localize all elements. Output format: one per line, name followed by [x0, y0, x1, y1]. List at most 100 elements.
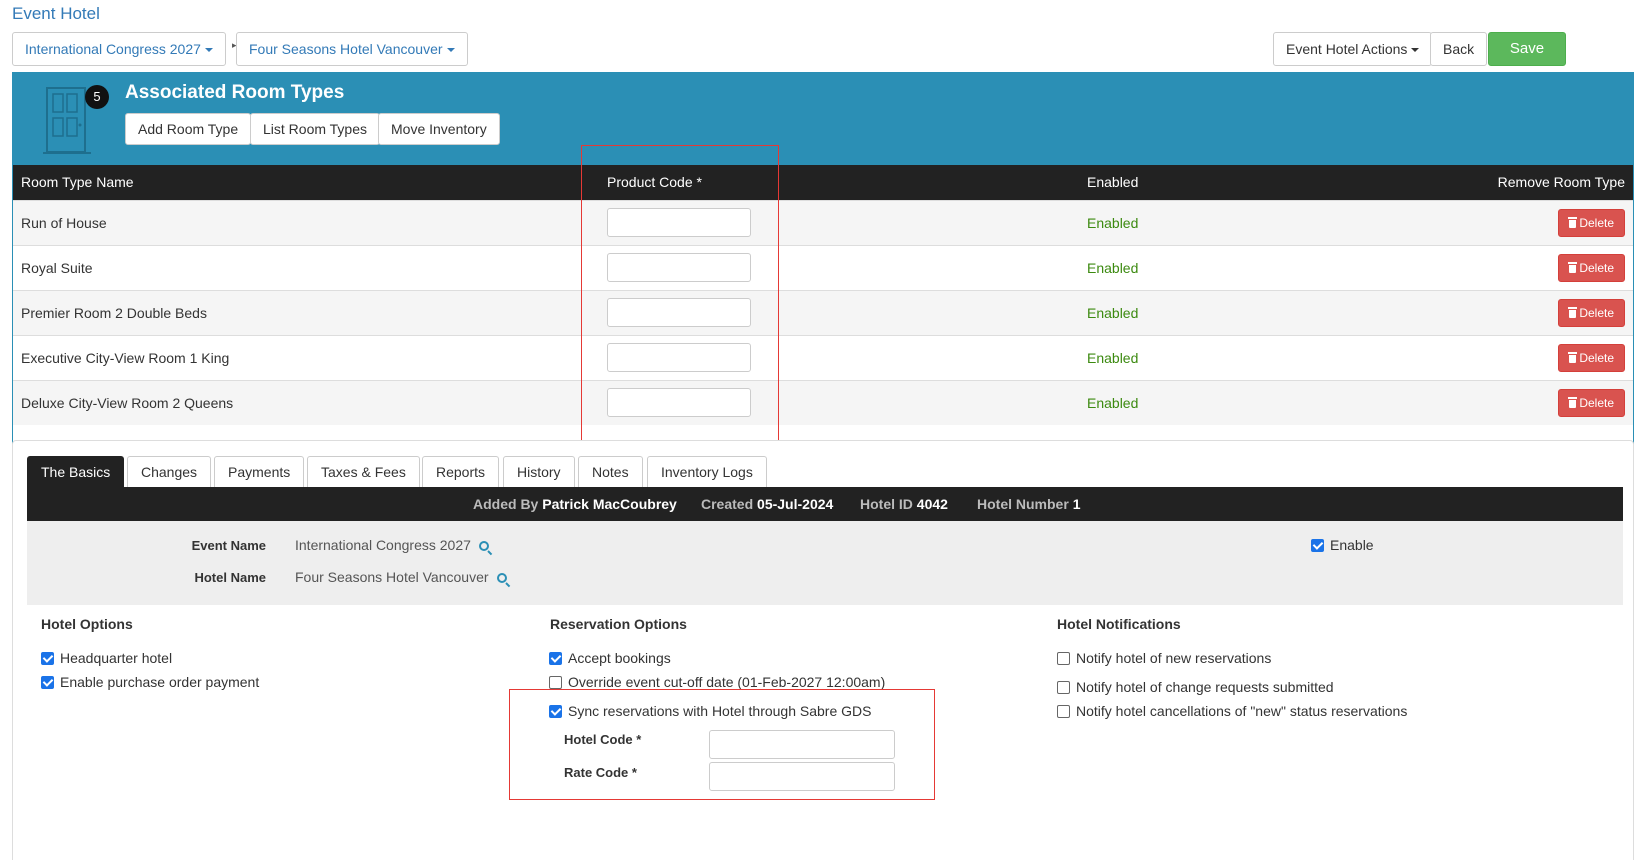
enable-checkbox[interactable]	[1311, 539, 1324, 552]
accept-bookings-row[interactable]: Accept bookings	[549, 649, 671, 667]
delete-label: Delete	[1579, 350, 1614, 365]
room-types-title: Associated Room Types	[125, 82, 345, 103]
added-by-value: Patrick MacCoubrey	[542, 496, 677, 512]
trash-icon	[1568, 351, 1578, 363]
hotel-id-info: Hotel ID 4042	[860, 487, 948, 521]
event-name-label: Event Name	[191, 538, 266, 553]
trash-icon	[1568, 396, 1578, 408]
tab-taxes-fees[interactable]: Taxes & Fees	[307, 456, 420, 488]
caret-down-icon	[204, 48, 213, 53]
override-cutoff-row[interactable]: Override event cut-off date (01-Feb-2027…	[549, 673, 885, 691]
delete-label: Delete	[1579, 305, 1614, 320]
product-code-input[interactable]	[607, 253, 751, 282]
delete-cell: Delete	[1259, 289, 1633, 335]
delete-cell: Delete	[1259, 379, 1633, 425]
table-row: Royal Suite Enabled Delete	[13, 244, 1633, 290]
hotel-selector-label: Four Seasons Hotel Vancouver	[249, 41, 443, 57]
notify-change-checkbox[interactable]	[1057, 681, 1070, 694]
hotel-id-label: Hotel ID	[860, 496, 913, 512]
accept-bookings-checkbox[interactable]	[549, 652, 562, 665]
tab-reports[interactable]: Reports	[422, 456, 500, 488]
delete-button[interactable]: Delete	[1558, 253, 1625, 282]
delete-label: Delete	[1579, 395, 1614, 410]
search-icon[interactable]	[496, 573, 507, 583]
delete-button[interactable]: Delete	[1558, 343, 1625, 372]
hotel-code-input[interactable]	[709, 730, 895, 759]
delete-cell: Delete	[1259, 199, 1633, 245]
room-types-table: Room Type Name Product Code * Enabled Re…	[13, 165, 1633, 425]
override-cutoff-label: Override event cut-off date (01-Feb-2027…	[568, 674, 886, 690]
notify-new-checkbox[interactable]	[1057, 652, 1070, 665]
notify-cancel-checkbox[interactable]	[1057, 705, 1070, 718]
column-header-remove: Remove Room Type	[1259, 165, 1633, 200]
product-code-input[interactable]	[607, 388, 751, 418]
tab-changes[interactable]: Changes	[127, 456, 212, 488]
notify-cancel-row[interactable]: Notify hotel cancellations of "new" stat…	[1057, 702, 1407, 720]
caret-down-icon	[446, 48, 455, 53]
product-code-cell	[599, 379, 1079, 425]
event-selector-label: International Congress 2027	[25, 41, 201, 57]
table-row: Deluxe City-View Room 2 Queens Enabled D…	[13, 379, 1633, 425]
sabre-sync-checkbox[interactable]	[549, 705, 562, 718]
room-type-name: Deluxe City-View Room 2 Queens	[13, 379, 599, 425]
room-type-name: Run of House	[13, 199, 599, 245]
associated-room-types-panel: 5 Associated Room Types Add Room Type Li…	[12, 72, 1634, 444]
tab-the-basics[interactable]: The Basics	[27, 456, 125, 488]
trash-icon	[1568, 261, 1578, 273]
tab-inventory-logs[interactable]: Inventory Logs	[647, 456, 767, 488]
product-code-input[interactable]	[607, 298, 751, 327]
delete-label: Delete	[1579, 215, 1614, 230]
rate-code-label: Rate Code *	[564, 765, 637, 780]
delete-button[interactable]: Delete	[1558, 298, 1625, 327]
hotel-number-info: Hotel Number 1	[977, 487, 1080, 521]
list-room-types-button[interactable]: List Room Types	[250, 113, 381, 145]
basics-summary-box	[27, 521, 1623, 605]
caret-down-icon	[1411, 48, 1420, 53]
product-code-input[interactable]	[607, 208, 751, 237]
save-button[interactable]: Save	[1488, 32, 1566, 66]
added-by-label: Added By	[473, 496, 539, 512]
product-code-cell	[599, 289, 1079, 335]
hotel-options-title: Hotel Options	[41, 616, 133, 632]
hotel-name-label: Hotel Name	[194, 570, 266, 585]
product-code-input[interactable]	[607, 343, 751, 372]
purchase-order-row[interactable]: Enable purchase order payment	[41, 673, 259, 691]
move-inventory-button[interactable]: Move Inventory	[378, 113, 500, 145]
reservation-options-title: Reservation Options	[550, 616, 687, 632]
notify-new-label: Notify hotel of new reservations	[1076, 650, 1272, 666]
rate-code-input[interactable]	[709, 762, 895, 791]
enable-checkbox-row[interactable]: Enable	[1311, 536, 1374, 554]
notify-new-row[interactable]: Notify hotel of new reservations	[1057, 649, 1271, 667]
hotel-name-value: Four Seasons Hotel Vancouver	[295, 569, 489, 585]
enabled-status: Enabled	[1079, 244, 1259, 290]
back-button[interactable]: Back	[1430, 32, 1488, 66]
hotel-selector[interactable]: Four Seasons Hotel Vancouver	[236, 32, 468, 66]
search-icon[interactable]	[478, 541, 489, 551]
accept-bookings-label: Accept bookings	[568, 650, 671, 666]
delete-button[interactable]: Delete	[1558, 388, 1625, 417]
event-selector[interactable]: International Congress 2027	[12, 32, 226, 66]
notify-change-row[interactable]: Notify hotel of change requests submitte…	[1057, 678, 1334, 696]
hotel-notifications-title: Hotel Notifications	[1057, 616, 1181, 632]
enabled-status: Enabled	[1079, 289, 1259, 335]
event-hotel-actions-button[interactable]: Event Hotel Actions	[1273, 32, 1433, 66]
table-row: Executive City-View Room 1 King Enabled …	[13, 334, 1633, 380]
created-label: Created	[701, 496, 754, 512]
delete-button[interactable]: Delete	[1558, 208, 1625, 237]
notify-cancel-label: Notify hotel cancellations of "new" stat…	[1076, 703, 1408, 719]
headquarter-hotel-checkbox[interactable]	[41, 652, 54, 665]
tab-payments[interactable]: Payments	[214, 456, 305, 488]
created-info: Created 05-Jul-2024	[701, 487, 833, 521]
hotel-name-field: Four Seasons Hotel Vancouver	[295, 569, 507, 585]
room-type-name: Executive City-View Room 1 King	[13, 334, 599, 380]
tab-notes[interactable]: Notes	[578, 456, 643, 488]
headquarter-hotel-row[interactable]: Headquarter hotel	[41, 649, 172, 667]
product-code-cell	[599, 244, 1079, 290]
hotel-id-value: 4042	[916, 496, 948, 512]
event-name-value: International Congress 2027	[295, 537, 471, 553]
override-cutoff-checkbox[interactable]	[549, 676, 562, 689]
sabre-sync-row[interactable]: Sync reservations with Hotel through Sab…	[549, 702, 871, 720]
tab-history[interactable]: History	[503, 456, 575, 488]
purchase-order-checkbox[interactable]	[41, 676, 54, 689]
add-room-type-button[interactable]: Add Room Type	[125, 113, 252, 145]
